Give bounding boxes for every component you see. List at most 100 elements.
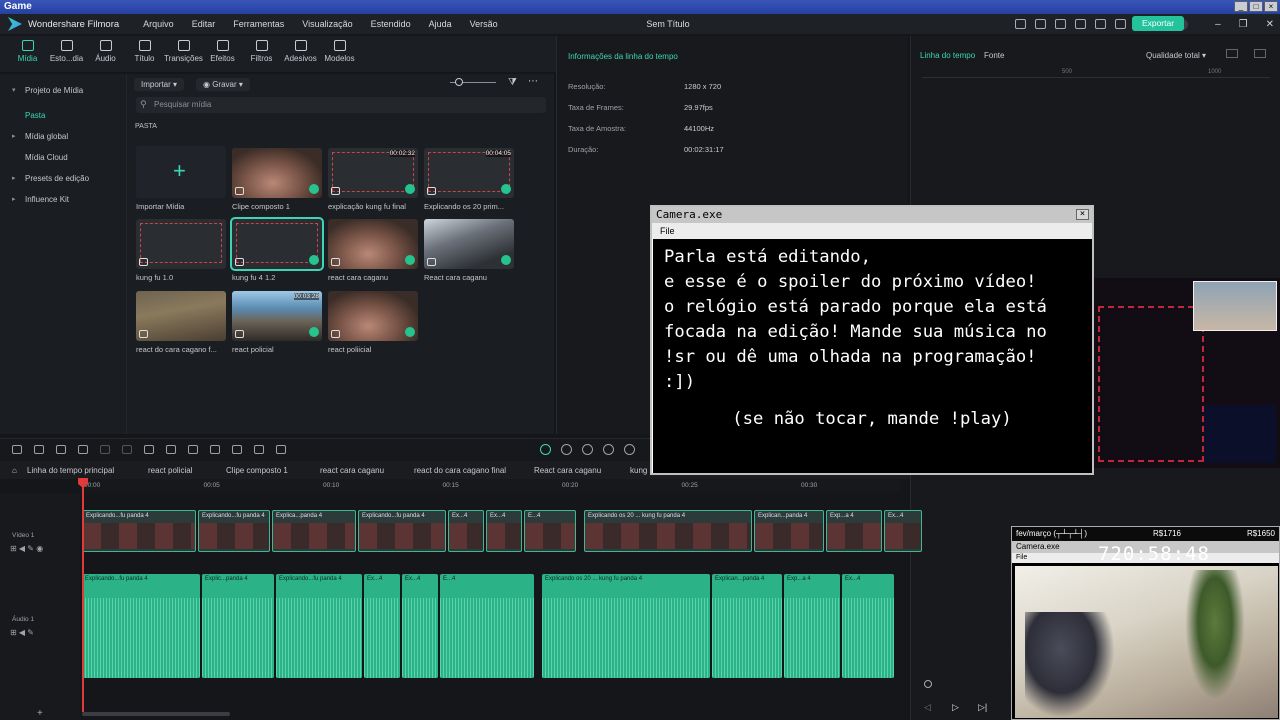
sidebar-item[interactable]: Mídia Cloud	[0, 147, 126, 168]
os-maximize-button[interactable]: □	[1249, 1, 1263, 12]
crop-icon[interactable]	[166, 445, 176, 454]
delete-icon[interactable]	[100, 445, 110, 454]
video-clip[interactable]: Ex...4	[884, 510, 922, 552]
speed-icon[interactable]	[188, 445, 198, 454]
save-icon[interactable]	[1074, 19, 1086, 29]
tool-title-t[interactable]: Título	[125, 36, 164, 72]
audio-clip[interactable]: Explicando...fu panda 4	[82, 574, 200, 678]
tool-media[interactable]: Mídia	[8, 36, 47, 72]
zoom-icon[interactable]	[603, 444, 614, 455]
os-close-button[interactable]: ×	[1264, 1, 1278, 12]
next-frame-icon[interactable]: ▷|	[978, 702, 987, 713]
media-thumbnail[interactable]: 00:02:32	[328, 148, 418, 198]
home-icon[interactable]: ⌂	[12, 466, 17, 475]
monitor-icon[interactable]	[1054, 19, 1066, 29]
tool-filter[interactable]: Filtros	[242, 36, 281, 72]
tab-timeline-preview[interactable]: Linha do tempo	[920, 51, 975, 60]
more-icon[interactable]	[276, 445, 286, 454]
menu-visualizacao[interactable]: Visualização	[302, 19, 352, 29]
color-icon[interactable]	[210, 445, 220, 454]
video-clip[interactable]: Explican...panda 4	[754, 510, 824, 552]
timeline-tab[interactable]: react do cara cagano final	[414, 466, 506, 475]
quality-dropdown[interactable]: Qualidade total ▾	[1146, 51, 1206, 60]
pointer-icon[interactable]	[34, 445, 44, 454]
gear-icon[interactable]	[1114, 19, 1126, 29]
tab-source[interactable]: Fonte	[984, 51, 1004, 60]
audio-controls-icon[interactable]: ⊞ ◀ ✎	[10, 628, 34, 637]
sidebar-item[interactable]: ▸ Mídia global	[0, 126, 126, 147]
audio-clip[interactable]: E...4	[440, 574, 534, 678]
tool-templates[interactable]: Modelos	[320, 36, 359, 72]
video-clip[interactable]: Ex...4	[448, 510, 484, 552]
grid-icon[interactable]	[12, 445, 22, 454]
os-minimize-button[interactable]: _	[1234, 1, 1248, 12]
sidebar-item[interactable]: ▸ Influence Kit	[0, 189, 126, 210]
snap-icon[interactable]	[561, 444, 572, 455]
video-track[interactable]: Explicando...fu panda 4 Explicando...fu p…	[82, 510, 922, 552]
menu-arquivo[interactable]: Arquivo	[143, 19, 174, 29]
timeline-tab[interactable]: Linha do tempo principal	[27, 466, 114, 475]
sidebar-item[interactable]: ▸ Presets de edição	[0, 168, 126, 189]
video-clip[interactable]: Ex...4	[486, 510, 522, 552]
record-dropdown[interactable]: ◉ Gravar ▾	[196, 78, 250, 91]
zoom-slider-knob[interactable]	[455, 78, 463, 86]
audio-clip[interactable]: Exp...a 4	[784, 574, 840, 678]
audio-clip[interactable]: Explican...panda 4	[712, 574, 782, 678]
text-icon[interactable]	[144, 445, 154, 454]
media-thumbnail[interactable]: 00:03:28	[232, 291, 322, 341]
video-clip[interactable]: Explicando os 20 ... kung fu panda 4	[584, 510, 752, 552]
track-controls-icon[interactable]: ⊞ ◀ ✎ ◉	[10, 544, 43, 553]
audio-clip[interactable]: Explic...panda 4	[202, 574, 274, 678]
webcam-file-menu[interactable]: File	[1016, 554, 1027, 561]
media-thumbnail[interactable]: 00:04:05	[424, 148, 514, 198]
redo-icon[interactable]	[78, 445, 88, 454]
headphones-icon[interactable]	[1094, 19, 1106, 29]
audio-clip[interactable]: Ex...4	[402, 574, 438, 678]
export-button[interactable]: Exportar	[1132, 16, 1184, 31]
ai-icon[interactable]	[254, 445, 264, 454]
menu-versao[interactable]: Versão	[470, 19, 498, 29]
maximize-icon[interactable]: ❐	[1239, 19, 1248, 30]
menu-ajuda[interactable]: Ajuda	[429, 19, 452, 29]
settings-icon[interactable]	[624, 444, 635, 455]
tool-sticker[interactable]: Adesivos	[281, 36, 320, 72]
audio-track[interactable]: Explicando...fu panda 4 Explic...panda 4 E…	[82, 574, 898, 678]
audio-clip[interactable]: Ex...4	[842, 574, 894, 678]
sidebar-item[interactable]: ▾ Projeto de Mídia	[0, 80, 126, 101]
import-dropdown[interactable]: Importar ▾	[134, 78, 185, 91]
add-track-icon[interactable]: +	[37, 708, 43, 719]
playhead[interactable]	[82, 480, 84, 712]
tool-effects[interactable]: Efeitos	[203, 36, 242, 72]
search-input[interactable]: Pesquisar mídia	[136, 97, 546, 113]
timeline-tab[interactable]: Clipe composto 1	[226, 466, 288, 475]
import-media-tile[interactable]: +	[136, 146, 226, 198]
sidebar-item[interactable]: Pasta	[0, 105, 126, 126]
video-clip[interactable]: Explicando...fu panda 4	[82, 510, 196, 552]
media-thumbnail[interactable]	[424, 219, 514, 269]
menu-editar[interactable]: Editar	[192, 19, 216, 29]
video-clip[interactable]: Explicando...fu panda 4	[358, 510, 446, 552]
marker-icon[interactable]	[582, 444, 593, 455]
audio-clip[interactable]: Explicando...fu panda 4	[276, 574, 362, 678]
timeline-tab[interactable]: react policial	[148, 466, 192, 475]
prev-frame-icon[interactable]: ◁	[924, 702, 931, 713]
media-thumbnail[interactable]	[328, 219, 418, 269]
audio-clip[interactable]: Ex...4	[364, 574, 400, 678]
video-clip[interactable]: Explicando...fu panda 4	[198, 510, 270, 552]
cut-icon[interactable]	[122, 445, 132, 454]
media-thumbnail[interactable]	[328, 291, 418, 341]
fullscreen-icon[interactable]	[1254, 49, 1266, 58]
timeline-tab[interactable]: kung	[630, 466, 647, 475]
more-icon[interactable]: ⋯	[528, 76, 538, 87]
media-thumbnail[interactable]	[230, 217, 324, 271]
media-thumbnail[interactable]	[232, 148, 322, 198]
audio-clip[interactable]: Explicando os 20 ... kung fu panda 4	[542, 574, 710, 678]
tool-transition[interactable]: Transições	[164, 36, 203, 72]
timeline-tab[interactable]: React cara caganu	[534, 466, 601, 475]
tool-stock[interactable]: Esto...dia	[47, 36, 86, 72]
video-clip[interactable]: Exp...a 4	[826, 510, 882, 552]
render-icon[interactable]	[540, 444, 551, 455]
seek-knob[interactable]	[924, 680, 932, 688]
send-icon[interactable]	[1034, 19, 1046, 29]
gift-icon[interactable]	[1014, 19, 1026, 29]
